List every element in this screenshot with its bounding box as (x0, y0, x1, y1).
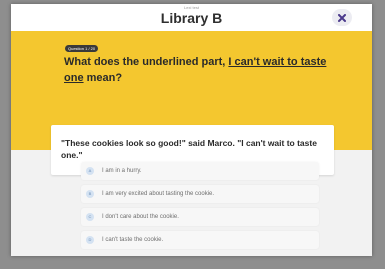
quiz-modal: Lexi test Library B Question 1 / 20 What… (11, 4, 372, 256)
question-prompt-suffix: mean? (83, 72, 123, 84)
option-letter-badge: C (86, 213, 94, 221)
question-prompt: What does the underlined part, I can't w… (64, 54, 334, 86)
answer-option-a[interactable]: A I am in a hurry. (81, 162, 319, 180)
option-label: I am in a hurry. (102, 168, 142, 174)
answer-option-c[interactable]: C I don't care about the cookie. (81, 208, 319, 226)
option-label: I am very excited about tasting the cook… (102, 191, 215, 197)
x-icon (338, 13, 346, 22)
answer-option-b[interactable]: B I am very excited about tasting the co… (81, 185, 319, 203)
close-button[interactable] (332, 9, 352, 26)
page-title: Library B (160, 10, 223, 26)
option-letter-badge: D (86, 236, 94, 244)
option-label: I can't taste the cookie. (102, 237, 164, 243)
option-letter-badge: A (86, 167, 94, 175)
option-letter-badge: B (86, 190, 94, 198)
option-label: I don't care about the cookie. (102, 214, 179, 220)
modal-header: Lexi test Library B (11, 4, 372, 31)
question-prompt-prefix: What does the underlined part, (64, 56, 229, 68)
answer-option-d[interactable]: D I can't taste the cookie. (81, 231, 319, 249)
passage-text: "These cookies look so good!" said Marco… (61, 138, 317, 160)
question-counter-badge: Question 1 / 20 (65, 45, 99, 52)
